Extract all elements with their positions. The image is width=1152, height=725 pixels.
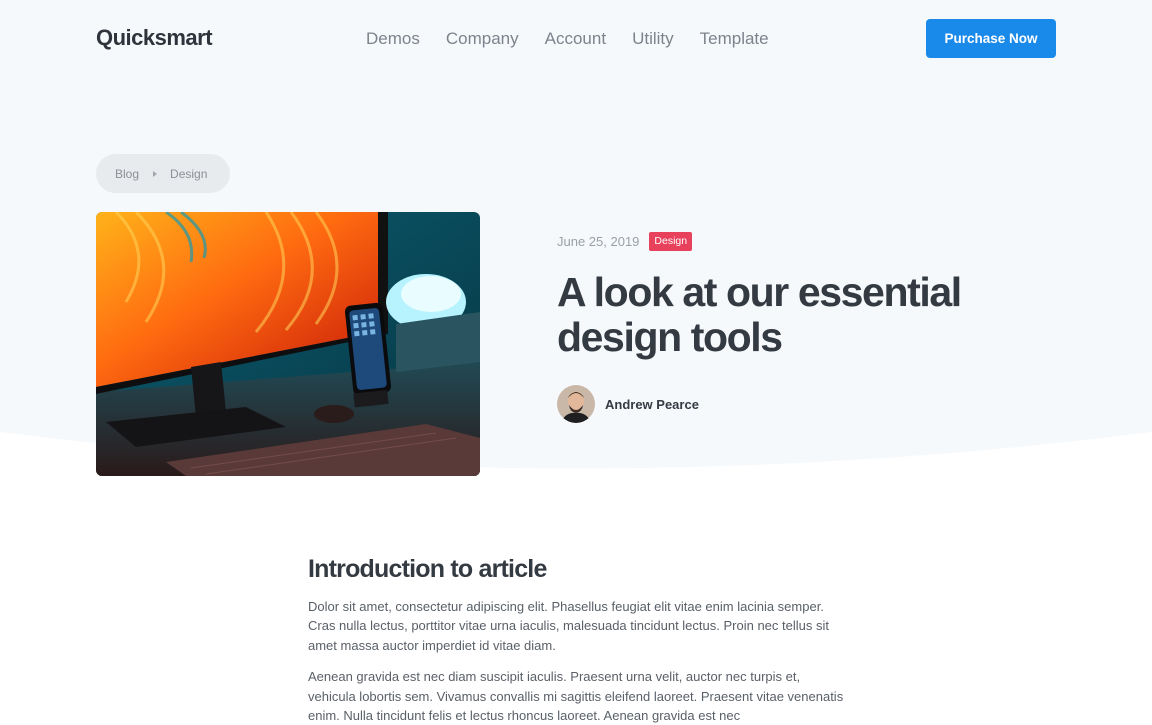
article-paragraph: Dolor sit amet, consectetur adipiscing e…	[308, 599, 829, 653]
nav-link-demos[interactable]: Demos	[366, 29, 420, 49]
breadcrumb-design[interactable]: Design	[170, 167, 207, 181]
purchase-now-button[interactable]: Purchase Now	[926, 19, 1056, 58]
article-heading: Introduction to article	[308, 555, 547, 583]
post-date: June 25, 2019	[557, 234, 640, 249]
article-body: Introduction to article Dolor sit amet, …	[308, 553, 848, 725]
post-title: A look at our essential design tools	[557, 269, 962, 360]
nav-link-utility[interactable]: Utility	[632, 29, 674, 49]
main-nav: Demos Company Account Utility Template	[366, 29, 769, 49]
hero-image	[96, 212, 480, 476]
nav-link-account[interactable]: Account	[545, 29, 606, 49]
author-name[interactable]: Andrew Pearce	[605, 397, 699, 412]
logo[interactable]: Quicksmart	[96, 25, 213, 51]
caret-right-icon	[153, 170, 158, 177]
breadcrumb-blog[interactable]: Blog	[115, 167, 139, 181]
author: Andrew Pearce	[557, 385, 699, 423]
author-avatar[interactable]	[557, 385, 595, 423]
breadcrumb: Blog Design	[96, 154, 230, 193]
category-badge[interactable]: Design	[649, 232, 693, 251]
nav-link-company[interactable]: Company	[446, 29, 519, 49]
navbar: Quicksmart Demos Company Account Utility…	[0, 0, 1152, 78]
nav-link-template[interactable]: Template	[700, 29, 769, 49]
post-meta: June 25, 2019 Design	[557, 232, 693, 251]
article-paragraph: Aenean gravida est nec diam suscipit iac…	[308, 669, 844, 724]
